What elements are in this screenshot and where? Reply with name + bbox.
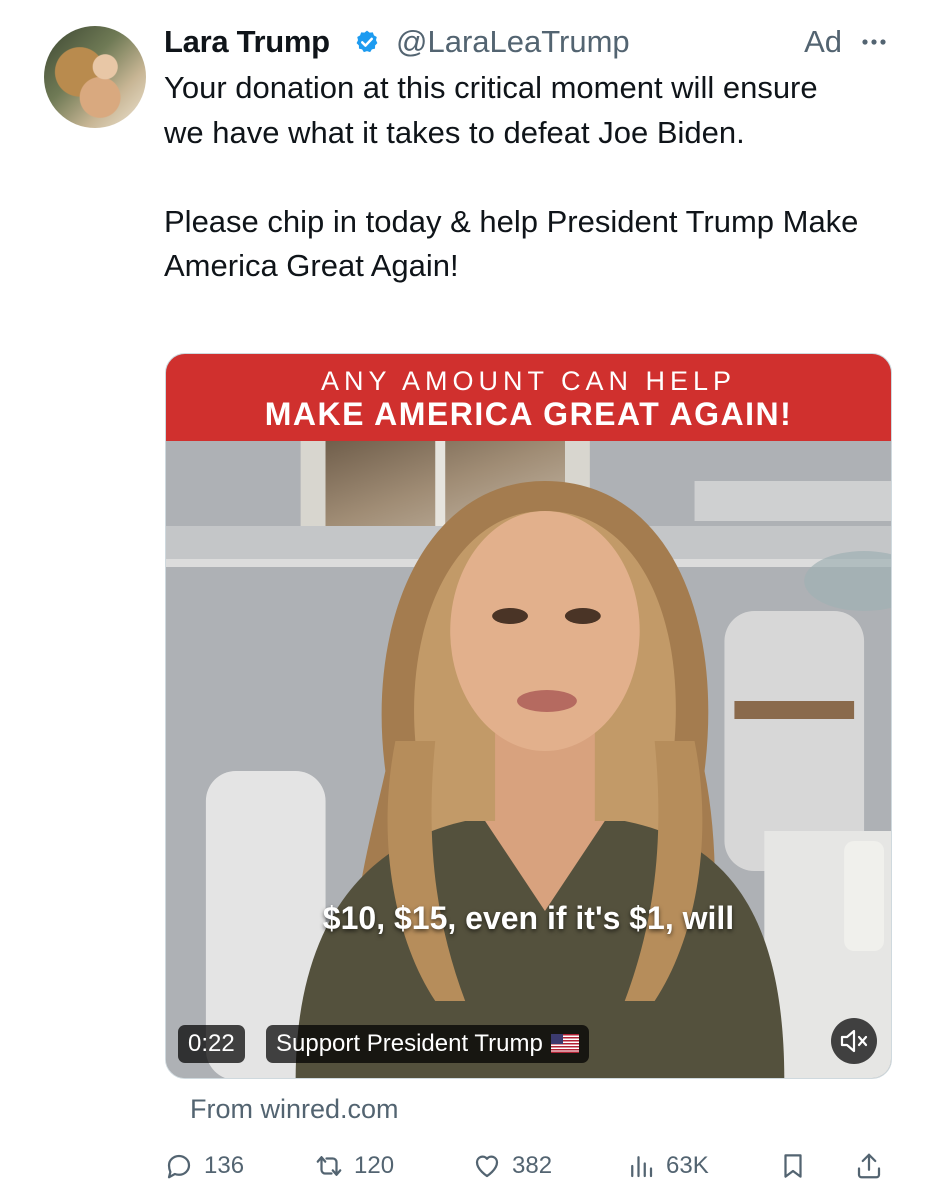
- video-player[interactable]: ANY AMOUNT CAN HELP MAKE AMERICA GREAT A…: [165, 353, 892, 1079]
- ad-label: Ad: [804, 24, 842, 59]
- repost-icon: [316, 1156, 342, 1176]
- tweet-paragraph: Your donation at this critical moment wi…: [164, 70, 818, 150]
- reply-count: 136: [204, 1152, 245, 1179]
- author-avatar[interactable]: [44, 26, 146, 128]
- share-icon: [857, 1153, 881, 1179]
- repost-count: 120: [354, 1152, 395, 1179]
- video-source-label: Support President Trump: [276, 1030, 543, 1057]
- like-button[interactable]: 382: [472, 1146, 552, 1186]
- reply-button[interactable]: 136: [164, 1146, 244, 1186]
- banner-main-text: MAKE AMERICA GREAT AGAIN!: [264, 396, 793, 432]
- video-caption: $10, $15, even if it's $1, will: [322, 900, 735, 936]
- author-name[interactable]: Lara Trump: [164, 22, 330, 62]
- bookmark-button[interactable]: [778, 1146, 818, 1186]
- video-duration: 0:22: [178, 1025, 245, 1063]
- bookmark-icon: [784, 1154, 802, 1178]
- share-button[interactable]: [854, 1146, 894, 1186]
- tweet-text: Your donation at this critical moment wi…: [164, 66, 864, 289]
- video-source-chip[interactable]: Support President Trump: [266, 1025, 589, 1063]
- views-icon: [631, 1156, 653, 1178]
- more-icon[interactable]: [854, 22, 894, 62]
- banner-top-text: ANY AMOUNT CAN HELP: [320, 366, 737, 396]
- reply-icon: [167, 1154, 191, 1179]
- views-button[interactable]: 63K: [626, 1146, 709, 1186]
- tweet-actions: 136 120 382 63K: [164, 1146, 892, 1186]
- tweet-paragraph: Please chip in today & help President Tr…: [164, 203, 859, 284]
- ad-source-link[interactable]: From winred.com: [190, 1092, 399, 1126]
- like-icon: [475, 1155, 499, 1178]
- us-flag-icon: [550, 1034, 579, 1053]
- verified-badge-icon: [356, 30, 378, 53]
- author-handle[interactable]: @LaraLeaTrump: [396, 22, 630, 62]
- video-banner: ANY AMOUNT CAN HELP MAKE AMERICA GREAT A…: [166, 354, 891, 441]
- tweet-header: Lara Trump @LaraLeaTrump Ad: [164, 22, 894, 62]
- video-frame: [166, 441, 891, 1078]
- views-count: 63K: [666, 1152, 709, 1179]
- like-count: 382: [512, 1152, 553, 1179]
- repost-button[interactable]: 120: [314, 1146, 394, 1186]
- mute-icon[interactable]: [831, 1018, 877, 1064]
